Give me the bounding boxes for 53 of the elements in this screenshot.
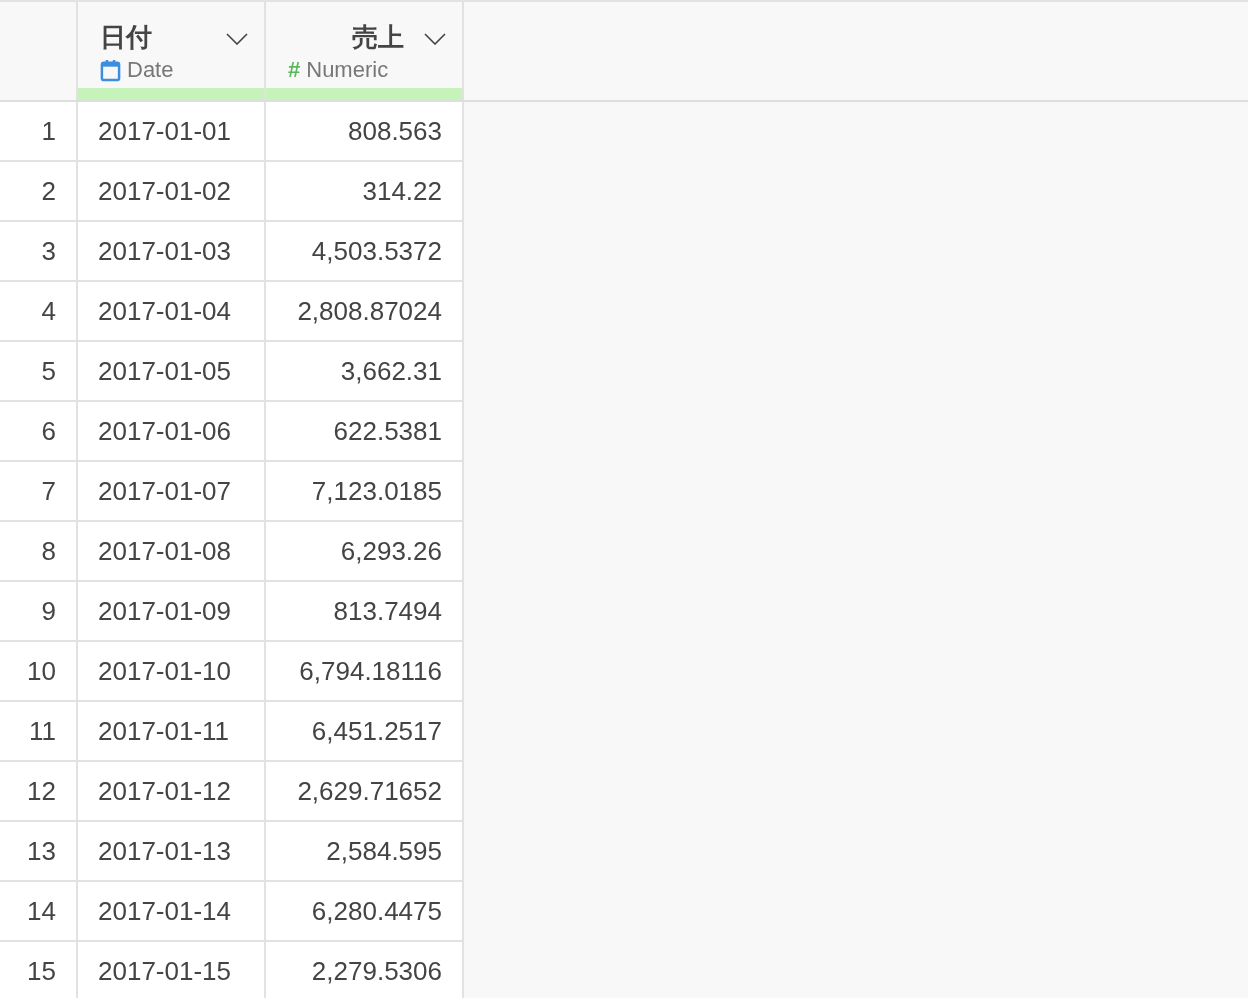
table-cell: 2017-01-02 — [78, 162, 266, 222]
table-cell: 3,662.31 — [266, 342, 464, 402]
row-number: 4 — [0, 282, 78, 342]
table-cell: 2017-01-05 — [78, 342, 266, 402]
column-type-label: Numeric — [306, 57, 389, 83]
table-cell: 2017-01-12 — [78, 762, 266, 822]
table-cell: 4,503.5372 — [266, 222, 464, 282]
table-cell: 6,293.26 — [266, 522, 464, 582]
table-cell: 6,280.4475 — [266, 882, 464, 942]
table-cell: 622.5381 — [266, 402, 464, 462]
table-cell: 2017-01-13 — [78, 822, 266, 882]
table-cell: 2017-01-07 — [78, 462, 266, 522]
row-number: 9 — [0, 582, 78, 642]
table-cell: 314.22 — [266, 162, 464, 222]
table-cell: 2,629.71652 — [266, 762, 464, 822]
table-cell: 2017-01-06 — [78, 402, 266, 462]
calendar-icon — [100, 58, 121, 82]
table-cell: 2,808.87024 — [266, 282, 464, 342]
column-type-label: Date — [127, 57, 174, 83]
table-cell: 2017-01-15 — [78, 942, 266, 998]
column-header: 売上 — [352, 20, 404, 54]
row-number: 12 — [0, 762, 78, 822]
table-cell: 7,123.0185 — [266, 462, 464, 522]
row-number: 3 — [0, 222, 78, 282]
table-cell: 2017-01-03 — [78, 222, 266, 282]
table-cell: 6,794.18116 — [266, 642, 464, 702]
row-number: 10 — [0, 642, 78, 702]
table-cell: 2017-01-08 — [78, 522, 266, 582]
caret-icon[interactable] — [226, 33, 248, 45]
row-number: 8 — [0, 522, 78, 582]
row-number: 13 — [0, 822, 78, 882]
table-cell: 2,584.595 — [266, 822, 464, 882]
table-cell: 6,451.2517 — [266, 702, 464, 762]
caret-icon[interactable] — [424, 33, 446, 45]
column-header: 日付 — [100, 20, 152, 54]
table-cell: 2017-01-04 — [78, 282, 266, 342]
row-number: 11 — [0, 702, 78, 762]
row-number: 5 — [0, 342, 78, 402]
table-cell: 2017-01-10 — [78, 642, 266, 702]
row-number: 2 — [0, 162, 78, 222]
row-number: 1 — [0, 102, 78, 162]
table-cell: 2017-01-14 — [78, 882, 266, 942]
table-cell: 813.7494 — [266, 582, 464, 642]
hash-symbol: # — [288, 57, 301, 83]
row-number: 15 — [0, 942, 78, 998]
row-number: 14 — [0, 882, 78, 942]
row-number: 6 — [0, 402, 78, 462]
table-cell: 2017-01-11 — [78, 702, 266, 762]
table-cell: 808.563 — [266, 102, 464, 162]
table-cell: 2017-01-01 — [78, 102, 266, 162]
table-cell: 2,279.5306 — [266, 942, 464, 998]
table-cell: 2017-01-09 — [78, 582, 266, 642]
row-number: 7 — [0, 462, 78, 522]
